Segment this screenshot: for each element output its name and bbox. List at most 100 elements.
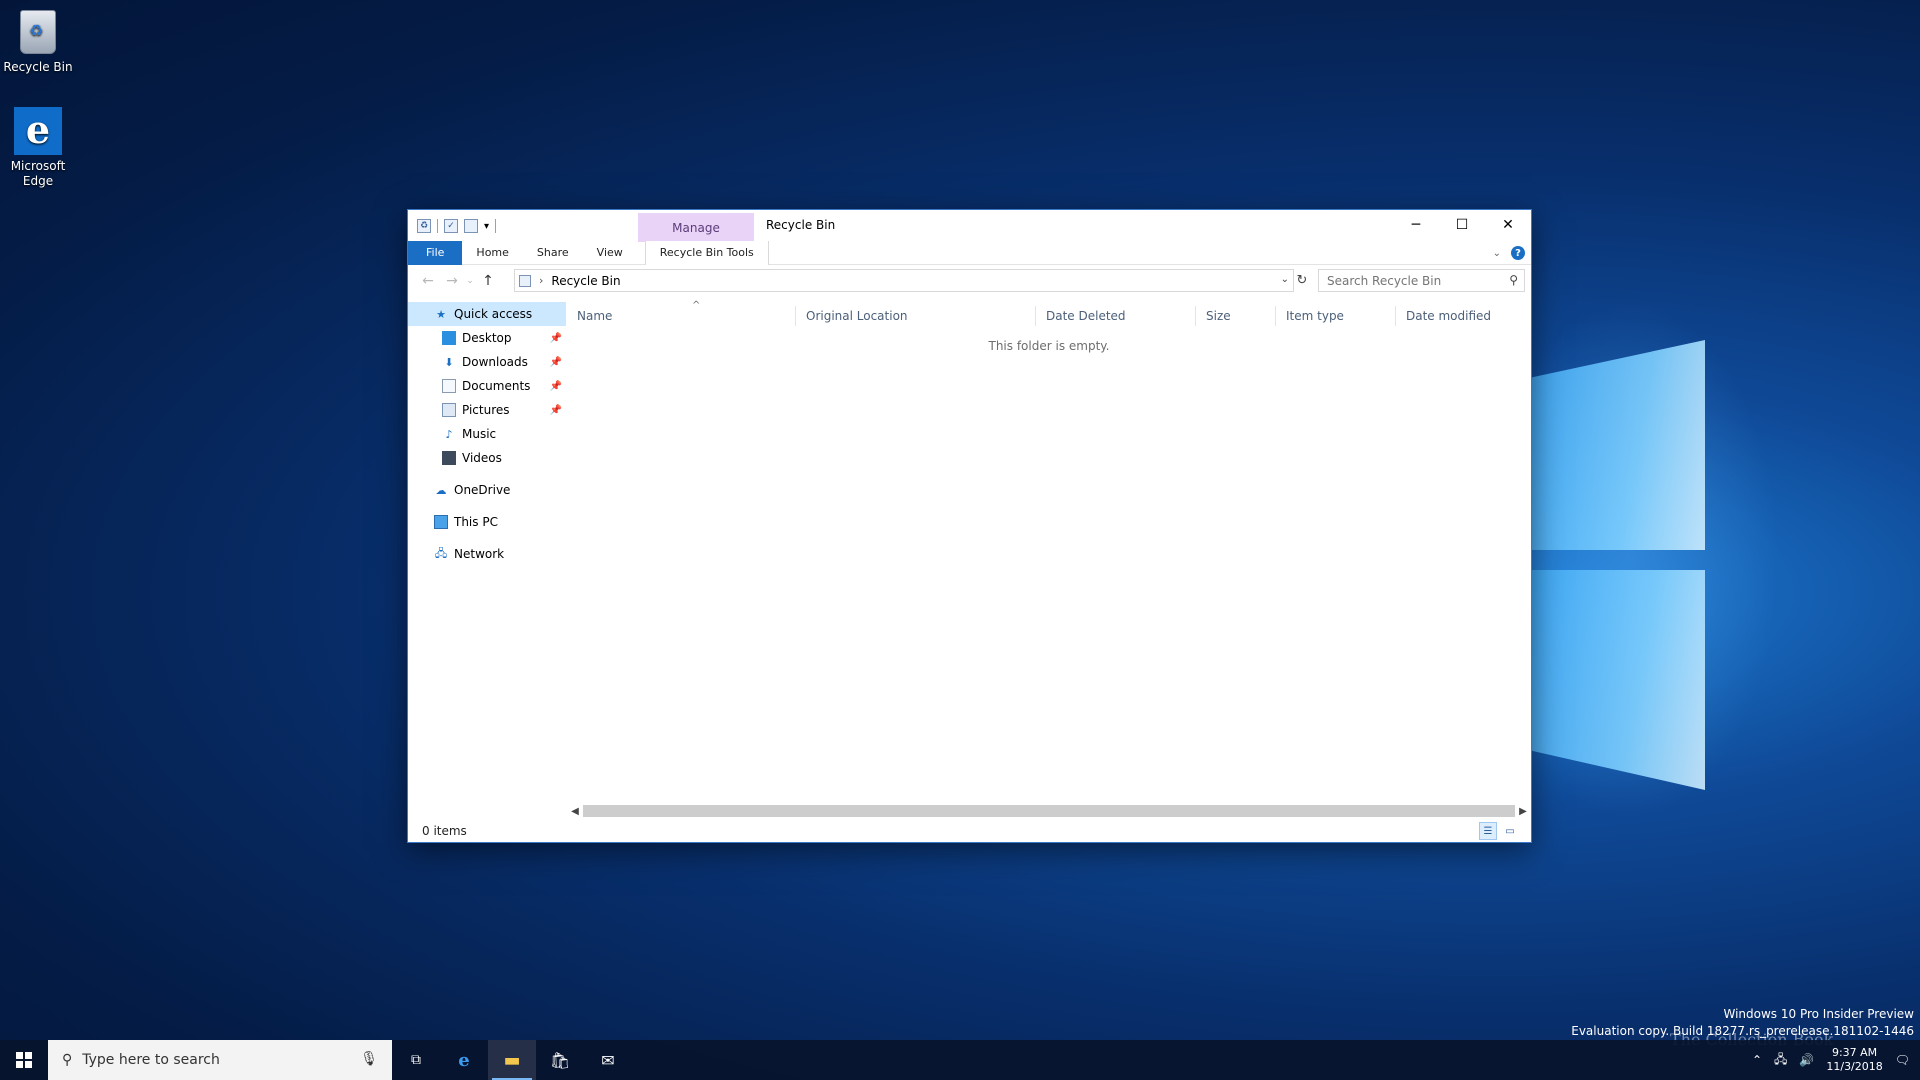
- nav-item-documents[interactable]: Documents 📌: [408, 374, 566, 398]
- nav-item-desktop[interactable]: Desktop 📌: [408, 326, 566, 350]
- microphone-icon[interactable]: 🎙: [360, 1051, 378, 1067]
- new-folder-icon[interactable]: [464, 219, 478, 233]
- recent-locations-button[interactable]: ⌄: [464, 269, 476, 293]
- nav-item-label: Network: [454, 547, 505, 561]
- taskbar-search-box[interactable]: ⚲ 🎙: [48, 1040, 392, 1080]
- edge-icon: e: [14, 107, 62, 155]
- column-header-date-deleted[interactable]: Date Deleted: [1035, 306, 1195, 326]
- music-icon: ♪: [445, 427, 453, 441]
- clock[interactable]: 9:37 AM 11/3/2018: [1826, 1046, 1882, 1074]
- column-header-size[interactable]: Size: [1195, 306, 1275, 326]
- column-header-name[interactable]: Name: [567, 306, 795, 326]
- recycle-bin-small-icon: ♻: [417, 219, 431, 233]
- nav-item-label: Documents: [462, 379, 531, 393]
- column-headers: ^ Name Original Location Date Deleted Si…: [567, 300, 1531, 326]
- nav-item-this-pc[interactable]: This PC: [408, 510, 566, 534]
- tab-view[interactable]: View: [583, 241, 637, 265]
- search-box[interactable]: ⚲: [1318, 269, 1525, 292]
- recycle-bin-icon: [20, 10, 56, 54]
- properties-icon[interactable]: ✓: [444, 219, 458, 233]
- store-taskbar-icon[interactable]: 🛍: [536, 1040, 584, 1080]
- start-button[interactable]: [0, 1040, 48, 1080]
- desktop-icon-label: Recycle Bin: [3, 60, 73, 74]
- forward-button[interactable]: →: [440, 269, 464, 293]
- nav-item-network[interactable]: 🖧 Network: [408, 542, 566, 566]
- ribbon-tabs: File Home Share View Recycle Bin Tools: [408, 240, 1531, 265]
- quick-access-toolbar: ♻ ✓ ▾: [408, 219, 497, 233]
- desktop-folder-icon: [442, 331, 456, 345]
- large-icons-view-icon[interactable]: ▭: [1501, 822, 1519, 840]
- nav-item-label: This PC: [454, 515, 498, 529]
- volume-icon[interactable]: 🔊: [1799, 1053, 1814, 1067]
- mail-taskbar-icon[interactable]: ✉: [584, 1040, 632, 1080]
- cloud-icon: ☁: [435, 483, 447, 497]
- file-explorer-taskbar-icon[interactable]: ▬: [488, 1040, 536, 1080]
- nav-item-label: OneDrive: [454, 483, 511, 497]
- breadcrumb-recycle-bin[interactable]: Recycle Bin: [551, 274, 620, 288]
- notifications-icon[interactable]: 🗨: [1895, 1053, 1910, 1067]
- pin-icon: 📌: [549, 404, 562, 416]
- taskbar-search-input[interactable]: [82, 1052, 333, 1068]
- expand-ribbon-icon[interactable]: ⌄: [1493, 248, 1501, 259]
- wallpaper-windows-logo: [1530, 340, 1710, 790]
- address-bar[interactable]: › Recycle Bin ⌄: [514, 269, 1294, 292]
- breadcrumb-chevron-icon[interactable]: ›: [539, 274, 543, 287]
- pictures-icon: [442, 403, 456, 417]
- nav-item-label: Music: [462, 427, 497, 441]
- empty-folder-message: This folder is empty.: [988, 339, 1110, 353]
- nav-item-onedrive[interactable]: ☁ OneDrive: [408, 478, 566, 502]
- manage-tab[interactable]: Manage: [638, 213, 754, 242]
- tab-share[interactable]: Share: [523, 241, 583, 265]
- column-header-date-modified[interactable]: Date modified: [1395, 306, 1521, 326]
- videos-icon: [442, 451, 456, 465]
- navigation-pane: ★ Quick access Desktop 📌 ⬇ Downloads 📌 D…: [408, 302, 566, 802]
- nav-item-pictures[interactable]: Pictures 📌: [408, 398, 566, 422]
- search-input[interactable]: [1327, 273, 1497, 288]
- pin-icon: 📌: [549, 332, 562, 344]
- scrollbar-thumb[interactable]: [583, 805, 1515, 817]
- title-bar[interactable]: ♻ ✓ ▾ Manage Recycle Bin ─ ☐ ✕: [408, 210, 1531, 242]
- item-count: 0 items: [422, 824, 467, 838]
- file-list[interactable]: ^ Name Original Location Date Deleted Si…: [567, 294, 1531, 794]
- status-bar: 0 items ☰ ▭: [408, 820, 1531, 842]
- up-button[interactable]: ↑: [476, 269, 500, 293]
- column-header-item-type[interactable]: Item type: [1275, 306, 1395, 326]
- pin-icon: 📌: [549, 356, 562, 368]
- show-hidden-icons-icon[interactable]: ⌃: [1752, 1053, 1762, 1067]
- details-view-icon[interactable]: ☰: [1479, 822, 1497, 840]
- star-icon: ★: [436, 307, 446, 321]
- network-status-icon[interactable]: 🖧: [1774, 1050, 1787, 1071]
- maximize-button[interactable]: ☐: [1439, 210, 1485, 240]
- customize-qat-icon[interactable]: ▾: [484, 221, 489, 232]
- address-dropdown-icon[interactable]: ⌄: [1281, 274, 1289, 285]
- desktop-icon-microsoft-edge[interactable]: e Microsoft Edge: [0, 107, 76, 189]
- search-icon: ⚲: [62, 1052, 73, 1068]
- horizontal-scrollbar[interactable]: ◀ ▶: [567, 803, 1531, 819]
- edge-taskbar-icon[interactable]: e: [440, 1040, 488, 1080]
- task-view-icon[interactable]: ⧉: [392, 1040, 440, 1080]
- download-icon: ⬇: [444, 355, 454, 369]
- nav-item-music[interactable]: ♪ Music: [408, 422, 566, 446]
- nav-item-downloads[interactable]: ⬇ Downloads 📌: [408, 350, 566, 374]
- nav-item-videos[interactable]: Videos: [408, 446, 566, 470]
- minimize-button[interactable]: ─: [1393, 210, 1439, 240]
- windows-icon: [16, 1052, 32, 1068]
- tab-home[interactable]: Home: [462, 241, 522, 265]
- nav-item-label: Videos: [462, 451, 502, 465]
- watermark-line1: Windows 10 Pro Insider Preview: [1723, 1007, 1914, 1021]
- tab-file[interactable]: File: [408, 240, 463, 265]
- back-button[interactable]: ←: [416, 269, 440, 293]
- refresh-button[interactable]: ↻: [1290, 269, 1314, 292]
- nav-item-quick-access[interactable]: ★ Quick access: [408, 302, 566, 326]
- help-icon[interactable]: ?: [1511, 246, 1525, 260]
- scroll-left-button[interactable]: ◀: [567, 803, 583, 819]
- network-icon: 🖧: [434, 546, 448, 560]
- column-header-original-location[interactable]: Original Location: [795, 306, 1035, 326]
- close-button[interactable]: ✕: [1485, 210, 1531, 240]
- scroll-right-button[interactable]: ▶: [1515, 803, 1531, 819]
- tab-recycle-bin-tools[interactable]: Recycle Bin Tools: [644, 240, 769, 265]
- taskbar: ⚲ 🎙 ⧉ e ▬ 🛍 ✉ ⌃ 🖧 🔊 9:37 AM 11/3/2018 🗨: [0, 1040, 1920, 1080]
- navigation-bar: ← → ⌄ ↑ › Recycle Bin ⌄ ↻ ⚲: [408, 268, 1531, 294]
- search-icon[interactable]: ⚲: [1509, 273, 1518, 287]
- desktop-icon-recycle-bin[interactable]: Recycle Bin: [0, 8, 76, 75]
